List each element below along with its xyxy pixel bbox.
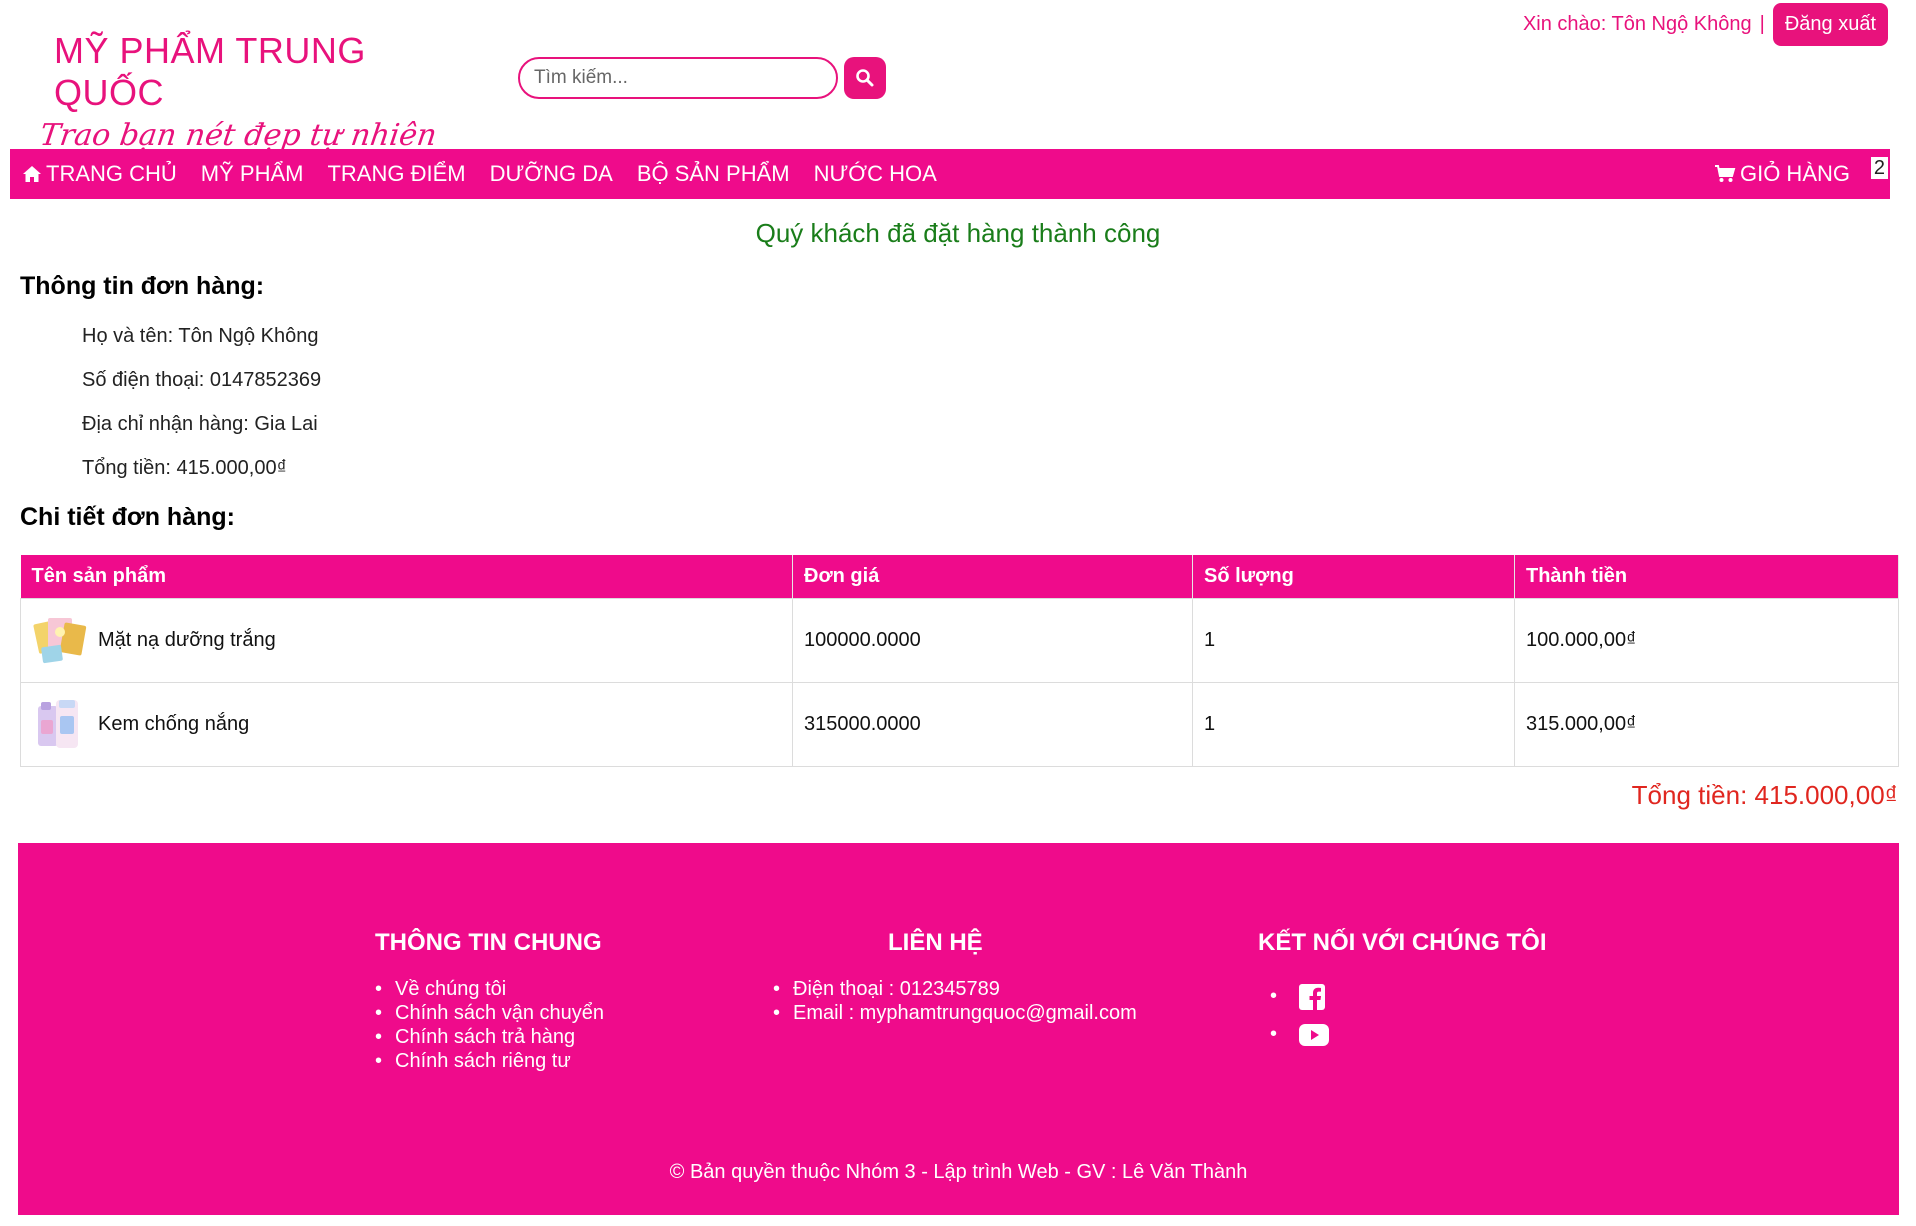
subtotal-cell: 100.000,00₫ xyxy=(1514,597,1899,683)
cart-label: GIỎ HÀNG xyxy=(1739,161,1850,186)
table-row: Mặt nạ dưỡng trắng 100000.0000 1 100.000… xyxy=(20,597,1899,683)
success-message: Quý khách đã đặt hàng thành công xyxy=(755,218,1161,248)
quantity-cell: 1 xyxy=(1192,597,1515,683)
shipping-address: Địa chỉ nhận hàng: Gia Lai xyxy=(82,413,318,435)
footer-contact-title: LIÊN HỆ xyxy=(888,929,983,956)
footer-general-column: THÔNG TIN CHUNG Về chúng tôi Chính sách … xyxy=(375,929,604,1073)
social-item-facebook xyxy=(1258,977,1546,1015)
social-item-youtube xyxy=(1258,1015,1546,1053)
nav-label-home: TRANG CHỦ xyxy=(46,161,177,186)
nav-label-my-pham: MỸ PHẨM xyxy=(200,161,304,186)
site-header: MỸ PHẨM TRUNG QUỐC Trao bạn nét đẹp tự n… xyxy=(0,0,1916,153)
nav-label-nuoc-hoa: NƯỚC HOA xyxy=(813,161,937,186)
footer-link-return-policy[interactable]: Chính sách trả hàng xyxy=(375,1025,604,1049)
footer-link-shipping-policy[interactable]: Chính sách vận chuyển xyxy=(375,1001,604,1025)
product-name: Kem chống nắng xyxy=(98,712,250,735)
nav-item-duong-da[interactable]: DƯỠNG DA xyxy=(478,149,625,199)
nav-label-trang-diem: TRANG ĐIỂM xyxy=(327,161,466,186)
table-header-row: Tên sản phẩm Đơn giá Số lượng Thành tiền xyxy=(20,555,1899,598)
search-form xyxy=(518,57,886,99)
cart-icon xyxy=(1714,165,1736,182)
search-icon xyxy=(856,69,874,87)
site-logo[interactable]: MỸ PHẨM TRUNG QUỐC Trao bạn nét đẹp tự n… xyxy=(38,30,460,156)
site-footer: THÔNG TIN CHUNG Về chúng tôi Chính sách … xyxy=(18,843,1899,1215)
footer-link-about[interactable]: Về chúng tôi xyxy=(375,977,604,1001)
nav-item-my-pham[interactable]: MỸ PHẨM xyxy=(189,149,316,199)
separator: | xyxy=(1759,13,1765,35)
face-mask-product-image[interactable] xyxy=(32,612,88,668)
nav-item-bo-san-pham[interactable]: BỘ SẢN PHẨM xyxy=(625,149,802,199)
nav-item-nuoc-hoa[interactable]: NƯỚC HOA xyxy=(802,149,949,199)
order-info-list: Họ và tên: Tôn Ngộ Không Số điện thoại: … xyxy=(82,320,321,496)
order-total: Tổng tiền: 415.000,00₫ xyxy=(82,457,287,479)
cart-link[interactable]: GIỎ HÀNG 2 xyxy=(1714,149,1890,199)
footer-link-privacy-policy[interactable]: Chính sách riêng tư xyxy=(375,1049,604,1073)
column-header-product: Tên sản phẩm xyxy=(20,555,793,598)
footer-social-column: KẾT NỐI VỚI CHÚNG TÔI xyxy=(1258,929,1546,1053)
facebook-icon[interactable] xyxy=(1298,983,1326,1011)
customer-phone: Số điện thoại: 0147852369 xyxy=(82,369,322,391)
order-info-title: Thông tin đơn hàng: xyxy=(20,272,265,300)
search-input[interactable] xyxy=(518,57,838,99)
column-header-quantity: Số lượng xyxy=(1192,555,1515,598)
logout-button[interactable]: Đăng xuất xyxy=(1772,3,1888,46)
home-icon xyxy=(23,166,41,182)
search-button[interactable] xyxy=(844,57,886,99)
unit-price-cell: 315000.0000 xyxy=(792,681,1193,767)
cart-count-badge: 2 xyxy=(1870,157,1888,179)
grand-total: Tổng tiền: 415.000,00₫ xyxy=(1631,780,1898,810)
product-name: Mặt nạ dưỡng trắng xyxy=(98,628,276,651)
greeting-text: Xin chào: Tôn Ngộ Không xyxy=(1522,13,1752,35)
nav-label-duong-da: DƯỠNG DA xyxy=(489,161,613,186)
quantity-cell: 1 xyxy=(1192,681,1515,767)
nav-label-bo-san-pham: BỘ SẢN PHẨM xyxy=(636,161,790,186)
unit-price-cell: 100000.0000 xyxy=(792,597,1193,683)
table-row: Kem chống nắng 315000.0000 1 315.000,00₫ xyxy=(20,681,1899,767)
column-header-subtotal: Thành tiền xyxy=(1514,555,1899,598)
product-cell: Kem chống nắng xyxy=(20,681,793,767)
user-box: Xin chào: Tôn Ngộ Không | Đăng xuất xyxy=(1523,3,1888,46)
footer-contact-email[interactable]: Email : myphamtrungquoc@gmail.com xyxy=(773,1001,1137,1025)
footer-general-title: THÔNG TIN CHUNG xyxy=(375,929,602,956)
footer-contact-phone: Điện thoại : 012345789 xyxy=(773,977,1137,1001)
youtube-icon[interactable] xyxy=(1298,1023,1330,1047)
nav-item-home[interactable]: TRANG CHỦ xyxy=(10,149,189,199)
copyright-text: © Bản quyền thuộc Nhóm 3 - Lập trình Web… xyxy=(669,1161,1248,1183)
footer-contact-column: LIÊN HỆ Điện thoại : 012345789 Email : m… xyxy=(773,929,1137,1025)
footer-social-title: KẾT NỐI VỚI CHÚNG TÔI xyxy=(1258,929,1547,956)
order-detail-title: Chi tiết đơn hàng: xyxy=(20,503,235,531)
logo-title: MỸ PHẨM TRUNG QUỐC xyxy=(54,30,366,113)
subtotal-cell: 315.000,00₫ xyxy=(1514,681,1899,767)
main-nav: TRANG CHỦ MỸ PHẨM TRANG ĐIỂM DƯỠNG DA BỘ… xyxy=(10,149,1890,199)
customer-name: Họ và tên: Tôn Ngộ Không xyxy=(82,325,319,347)
sunscreen-product-image[interactable] xyxy=(32,696,88,752)
product-cell: Mặt nạ dưỡng trắng xyxy=(20,597,793,683)
order-detail-table: Tên sản phẩm Đơn giá Số lượng Thành tiền… xyxy=(20,555,1899,767)
column-header-price: Đơn giá xyxy=(792,555,1193,598)
nav-item-trang-diem[interactable]: TRANG ĐIỂM xyxy=(315,149,477,199)
